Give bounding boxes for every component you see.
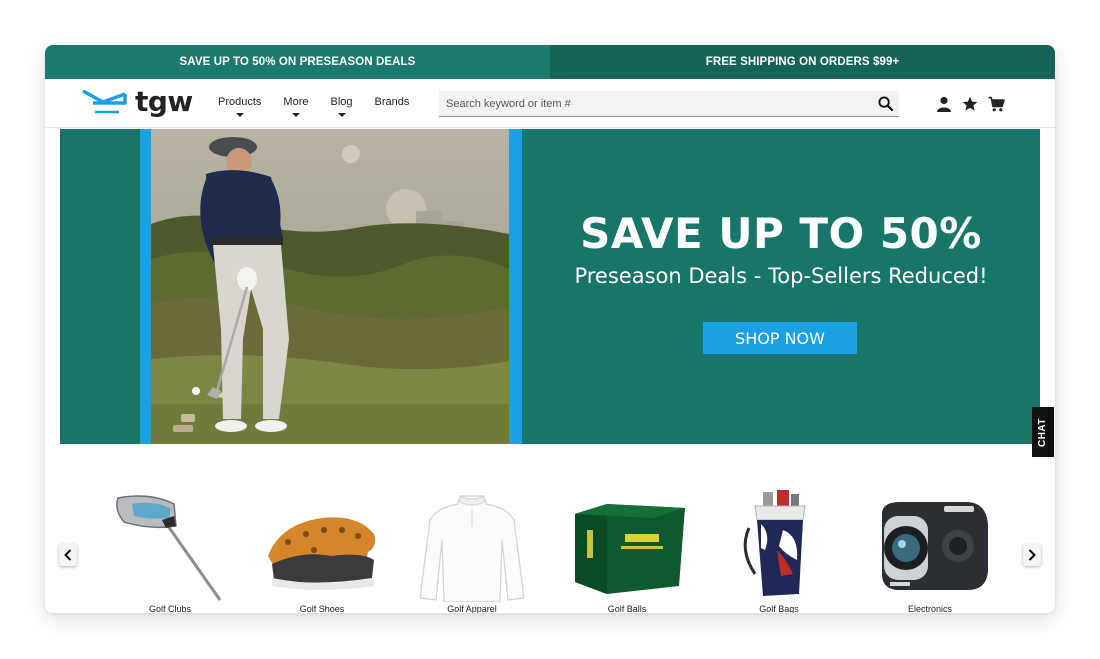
- promo-free-shipping-text: FREE SHIPPING ON ORDERS $99+: [705, 56, 900, 68]
- chat-label: CHAT: [1037, 417, 1049, 447]
- golf-shoe-icon: [268, 517, 376, 590]
- category-image: [562, 490, 692, 602]
- menu-products-label: Products: [218, 96, 262, 108]
- category-label: Golf Shoes: [299, 604, 345, 613]
- menu-blog-label: Blog: [330, 96, 353, 108]
- menu-more[interactable]: More: [283, 96, 308, 117]
- golf-ball-box-icon: [575, 504, 685, 594]
- promo-free-shipping[interactable]: FREE SHIPPING ON ORDERS $99+: [550, 45, 1055, 79]
- chat-button[interactable]: CHAT: [1032, 407, 1054, 457]
- main-header: tgw Products More Blog Brands: [45, 79, 1055, 128]
- carousel-next-button[interactable]: [1023, 544, 1041, 566]
- cart-icon: [988, 96, 1005, 112]
- category-image: [257, 490, 387, 602]
- category-golf-balls[interactable]: Golf Balls: [562, 490, 692, 613]
- logo[interactable]: tgw: [81, 88, 193, 116]
- category-image: [714, 490, 844, 602]
- search-bar: [439, 91, 899, 117]
- shop-now-button[interactable]: SHOP NOW: [703, 322, 857, 354]
- chevron-left-icon: [64, 549, 72, 561]
- favorites-button[interactable]: [960, 95, 980, 113]
- category-image: [407, 490, 537, 602]
- hero-text: SAVE UP TO 50% Preseason Deals - Top-Sel…: [522, 129, 1040, 444]
- caret-down-icon: [337, 113, 346, 117]
- category-label: Electronics: [907, 604, 952, 613]
- browser-page: SAVE UP TO 50% ON PRESEASON DEALS FREE S…: [45, 45, 1055, 613]
- menu-products[interactable]: Products: [218, 96, 261, 117]
- golf-iron-icon: [116, 495, 222, 601]
- promo-preseason-deals-text: SAVE UP TO 50% ON PRESEASON DEALS: [179, 56, 416, 68]
- carousel-prev-button[interactable]: [59, 544, 77, 566]
- user-icon: [937, 96, 951, 112]
- category-golf-shoes[interactable]: Golf Shoes: [257, 490, 387, 613]
- category-label: Golf Apparel: [447, 604, 497, 613]
- search-input[interactable]: [439, 91, 871, 116]
- star-icon: [962, 96, 978, 111]
- menu-brands-label: Brands: [374, 96, 410, 108]
- category-golf-clubs[interactable]: Golf Clubs: [105, 490, 235, 613]
- golf-bag-icon: [743, 490, 806, 596]
- menu-more-label: More: [283, 96, 309, 108]
- menu-brands[interactable]: Brands: [375, 96, 410, 117]
- category-carousel: Golf Clubs Golf Shoes Golf Apparel Golf …: [45, 485, 1055, 613]
- rangefinder-icon: [882, 502, 988, 590]
- category-label: Golf Clubs: [148, 604, 192, 613]
- account-button[interactable]: [934, 95, 954, 113]
- menu-blog[interactable]: Blog: [330, 96, 353, 117]
- category-image: [865, 490, 995, 602]
- category-label: Golf Balls: [607, 604, 647, 613]
- promo-bar: SAVE UP TO 50% ON PRESEASON DEALS FREE S…: [45, 45, 1055, 79]
- category-image: [105, 490, 235, 602]
- category-label: Golf Bags: [759, 604, 799, 613]
- main-menu: Products More Blog Brands: [218, 96, 431, 117]
- promo-preseason-deals[interactable]: SAVE UP TO 50% ON PRESEASON DEALS: [45, 45, 550, 79]
- hero-image-frame: [140, 129, 522, 444]
- caret-down-icon: [291, 113, 300, 117]
- category-golf-apparel[interactable]: Golf Apparel: [407, 490, 537, 613]
- hero-image-golfer: [151, 129, 509, 444]
- hero-banner[interactable]: SAVE UP TO 50% Preseason Deals - Top-Sel…: [60, 129, 1040, 444]
- hero-title: SAVE UP TO 50%: [580, 209, 982, 258]
- logo-mark-icon: [82, 89, 127, 114]
- header-icons: [934, 95, 1012, 113]
- hero-subtitle: Preseason Deals - Top-Sellers Reduced!: [574, 264, 988, 288]
- category-electronics[interactable]: Electronics: [865, 490, 995, 613]
- search-icon: [877, 96, 893, 111]
- cart-button[interactable]: [986, 95, 1006, 113]
- search-button[interactable]: [871, 91, 899, 117]
- golfer-photo-icon: [151, 129, 509, 444]
- category-golf-bags[interactable]: Golf Bags: [714, 490, 844, 613]
- logo-text: tgw: [135, 85, 193, 118]
- chevron-right-icon: [1028, 549, 1036, 561]
- apparel-shirt-icon: [419, 495, 525, 602]
- caret-down-icon: [235, 113, 244, 117]
